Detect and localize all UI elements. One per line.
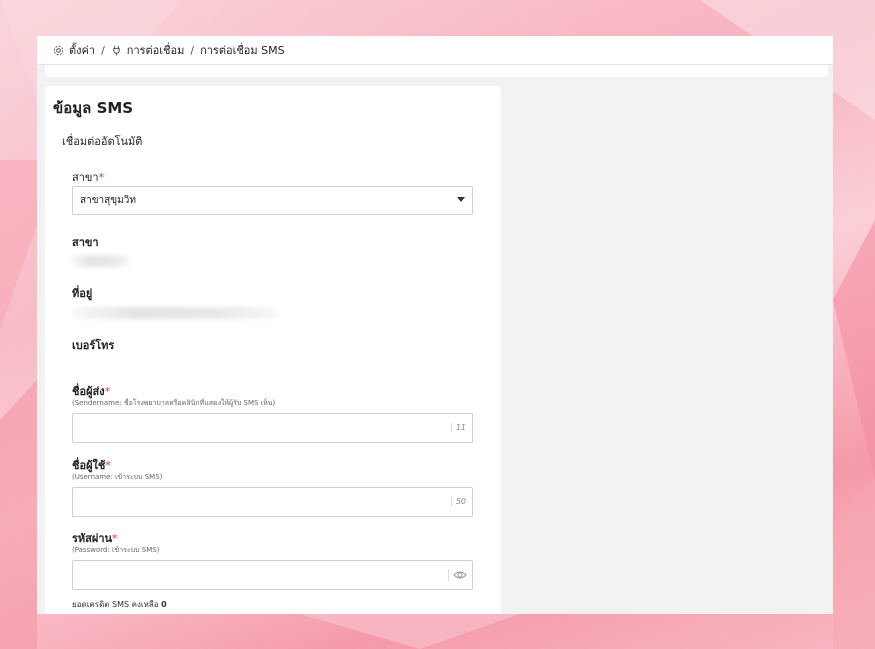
- app-window: ตั้งค่า / การต่อเชื่อม / การต่อเชื่อม SM…: [37, 36, 833, 614]
- address-value-redacted: [72, 307, 278, 319]
- branch-select[interactable]: สาขาสุขุมวิท: [72, 186, 473, 215]
- sender-hint: (Sendername: ชื่อโรงพยาบาลหรือคลินิกที่แ…: [72, 399, 276, 407]
- breadcrumb-connection-sms: การต่อเชื่อม SMS: [200, 44, 285, 57]
- breadcrumb-settings[interactable]: ตั้งค่า: [69, 41, 95, 59]
- branch-value-redacted: [72, 255, 130, 267]
- breadcrumb-connection[interactable]: การต่อเชื่อม: [127, 41, 185, 59]
- sender-char-limit: 11: [450, 423, 466, 432]
- username-input[interactable]: 50: [72, 487, 473, 517]
- page-title: ข้อมูล SMS: [53, 99, 134, 117]
- username-hint: (Username: เข้าระบบ SMS): [72, 473, 163, 481]
- branch-select-label: สาขา*: [72, 171, 105, 184]
- phone-label: เบอร์โทร: [72, 339, 115, 352]
- chevron-down-icon: [457, 197, 465, 202]
- breadcrumb: ตั้งค่า / การต่อเชื่อม / การต่อเชื่อม SM…: [37, 36, 833, 65]
- breadcrumb-separator: /: [190, 43, 195, 57]
- sender-input[interactable]: 11: [72, 413, 473, 443]
- sms-credit-value: 0: [161, 600, 167, 609]
- gear-icon: [53, 45, 64, 55]
- password-hint: (Password: เข้าระบบ SMS): [72, 546, 160, 554]
- plug-icon: [113, 45, 120, 55]
- tab-strip: [45, 65, 828, 77]
- address-label: ที่อยู่: [72, 287, 93, 300]
- breadcrumb-separator: /: [101, 43, 105, 57]
- auto-connect-label: เชื่อมต่ออัตโนมัติ: [62, 135, 143, 148]
- username-char-limit: 50: [450, 497, 466, 506]
- sms-info-card: ข้อมูล SMS เชื่อมต่ออัตโนมัติ สาขา* สาขา…: [45, 86, 501, 614]
- branch-label: สาขา: [72, 236, 99, 249]
- password-input[interactable]: [72, 560, 473, 590]
- eye-icon[interactable]: [448, 569, 467, 581]
- sms-credit: ยอดเครดิต SMS คงเหลือ 0: [72, 600, 167, 609]
